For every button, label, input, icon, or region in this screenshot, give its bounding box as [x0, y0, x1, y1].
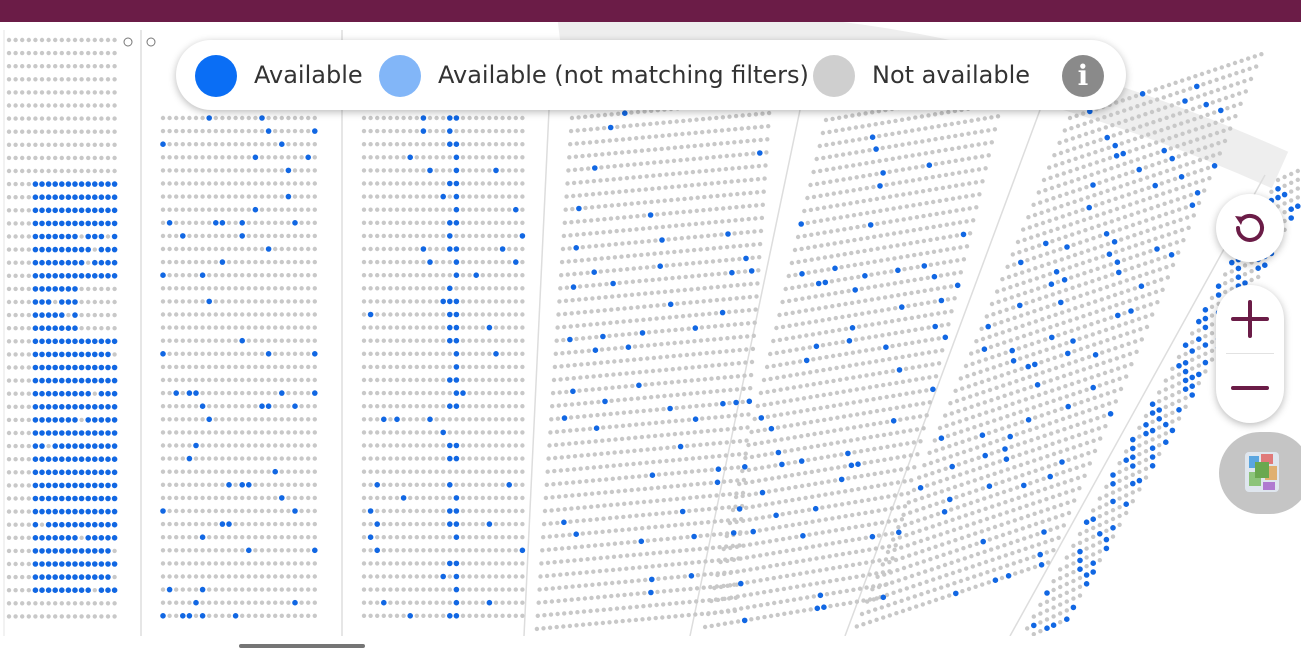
minus-icon: [1231, 386, 1269, 390]
zoom-out-button[interactable]: [1216, 354, 1284, 422]
legend-filtered-label: Available (not matching filters): [438, 61, 809, 89]
plus-icon: [1231, 300, 1269, 338]
reset-view-button[interactable]: [1216, 194, 1284, 262]
stadium-overview-thumbnail: [1245, 452, 1279, 492]
legend-available-label: Available: [254, 61, 363, 89]
horizontal-scroll-indicator[interactable]: [239, 644, 365, 648]
bottom-area: [0, 636, 1301, 659]
info-icon[interactable]: i: [1062, 55, 1104, 97]
availability-legend: Available Available (not matching filter…: [176, 40, 1126, 110]
top-app-bar: [0, 0, 1301, 22]
seat-map-canvas[interactable]: [0, 22, 1301, 636]
zoom-controls: [1216, 285, 1284, 423]
reset-view-icon: [1235, 213, 1264, 242]
zoom-in-button[interactable]: [1216, 285, 1284, 353]
legend-unavailable-dot: [813, 55, 855, 97]
accessibility-icon: [123, 37, 133, 47]
section-divider: [523, 109, 550, 636]
seat-map[interactable]: [0, 22, 1301, 636]
legend-available-dot: [195, 55, 237, 97]
legend-unavailable-label: Not available: [872, 61, 1031, 89]
legend-filtered-dot: [379, 55, 421, 97]
accessibility-icon: [146, 37, 156, 47]
minimap-button[interactable]: [1219, 432, 1301, 514]
